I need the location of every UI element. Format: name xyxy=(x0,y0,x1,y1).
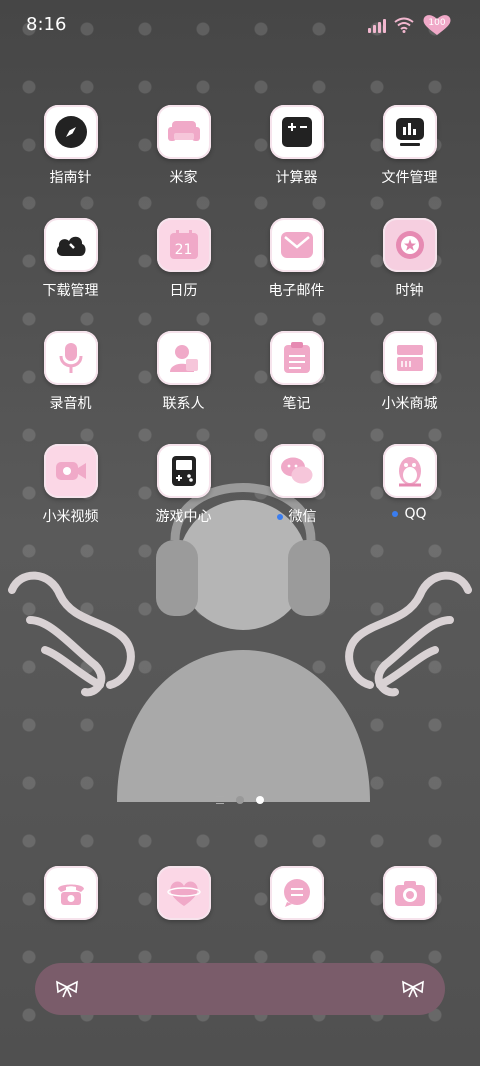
figure-body xyxy=(117,650,370,802)
app-notes[interactable]: 笔记 xyxy=(240,331,353,413)
app-label: 小米商城 xyxy=(381,396,438,412)
page-dot xyxy=(236,796,244,804)
clock-icon xyxy=(382,218,437,272)
app-label: 笔记 xyxy=(282,396,311,412)
mail-icon xyxy=(269,218,324,272)
cloud-download-icon xyxy=(43,218,98,272)
app-recorder[interactable]: 录音机 xyxy=(14,331,127,413)
app-label: 时钟 xyxy=(395,283,424,299)
file-manager-icon xyxy=(382,105,437,159)
message-icon xyxy=(269,866,324,920)
headphone-right-cup xyxy=(288,540,330,616)
app-label: 电子邮件 xyxy=(268,283,325,299)
page-dot-active xyxy=(256,796,264,804)
contact-icon xyxy=(156,331,211,385)
app-label: 下载管理 xyxy=(42,283,99,299)
app-mi-video[interactable]: 小米视频 xyxy=(14,444,127,526)
sofa-icon xyxy=(156,105,211,159)
app-calendar[interactable]: 21 日历 xyxy=(127,218,240,300)
camera-icon xyxy=(382,866,437,920)
wechat-icon xyxy=(269,444,324,498)
app-mijia[interactable]: 米家 xyxy=(127,105,240,187)
app-qq[interactable]: QQ xyxy=(353,444,466,522)
app-file-manager[interactable]: 文件管理 xyxy=(353,105,466,187)
app-download-manager[interactable]: 下载管理 xyxy=(14,218,127,300)
app-label: 计算器 xyxy=(275,170,318,186)
app-label: QQ xyxy=(353,506,466,522)
app-label: 指南针 xyxy=(49,170,92,186)
app-game-center[interactable]: 游戏中心 xyxy=(127,444,240,526)
bow-icon xyxy=(402,980,424,998)
dock xyxy=(14,866,466,926)
search-bar[interactable] xyxy=(35,963,445,1015)
app-label: 微信 xyxy=(240,506,353,526)
app-label: 录音机 xyxy=(49,396,92,412)
app-email[interactable]: 电子邮件 xyxy=(240,218,353,300)
notes-icon xyxy=(269,331,324,385)
app-label: 文件管理 xyxy=(381,170,438,186)
calculator-icon xyxy=(269,105,324,159)
status-bar: 8:16 100 xyxy=(0,0,480,50)
app-mi-store[interactable]: 小米商城 xyxy=(353,331,466,413)
right-wing-icon xyxy=(345,571,472,697)
app-clock[interactable]: 时钟 xyxy=(353,218,466,300)
compass-icon xyxy=(43,105,98,159)
app-label: 日历 xyxy=(169,283,198,299)
headphone-left-cup xyxy=(156,540,198,616)
store-icon xyxy=(382,331,437,385)
app-contacts[interactable]: 联系人 xyxy=(127,331,240,413)
bow-icon xyxy=(56,980,78,998)
app-calculator[interactable]: 计算器 xyxy=(240,105,353,187)
app-wechat[interactable]: 微信 xyxy=(240,444,353,526)
app-compass[interactable]: 指南针 xyxy=(14,105,127,187)
status-time: 8:16 xyxy=(26,14,67,35)
app-label: 游戏中心 xyxy=(155,509,212,525)
planet-heart-icon xyxy=(156,866,211,920)
dock-browser[interactable] xyxy=(127,866,240,920)
status-icons: 100 xyxy=(368,14,452,36)
notification-dot xyxy=(392,511,399,517)
app-label: 米家 xyxy=(169,170,198,186)
calendar-date: 21 xyxy=(174,242,193,258)
app-label: 小米视频 xyxy=(42,509,99,525)
gamepad-icon xyxy=(156,444,211,498)
app-drawer-icon xyxy=(216,796,224,804)
dock-messages[interactable] xyxy=(240,866,353,920)
app-label: 联系人 xyxy=(162,396,205,412)
page-indicator[interactable] xyxy=(0,796,480,804)
left-wing-icon xyxy=(8,571,135,697)
qq-penguin-icon xyxy=(382,444,437,498)
battery-level: 100 xyxy=(428,18,446,28)
wifi-icon xyxy=(394,17,414,33)
battery-icon: 100 xyxy=(422,14,452,36)
phone-icon xyxy=(43,866,98,920)
signal-icon xyxy=(368,17,386,33)
calendar-icon: 21 xyxy=(156,218,211,272)
notification-dot xyxy=(276,514,283,520)
microphone-icon xyxy=(43,331,98,385)
video-camera-icon xyxy=(43,444,98,498)
dock-phone[interactable] xyxy=(14,866,127,920)
dock-camera[interactable] xyxy=(353,866,466,920)
